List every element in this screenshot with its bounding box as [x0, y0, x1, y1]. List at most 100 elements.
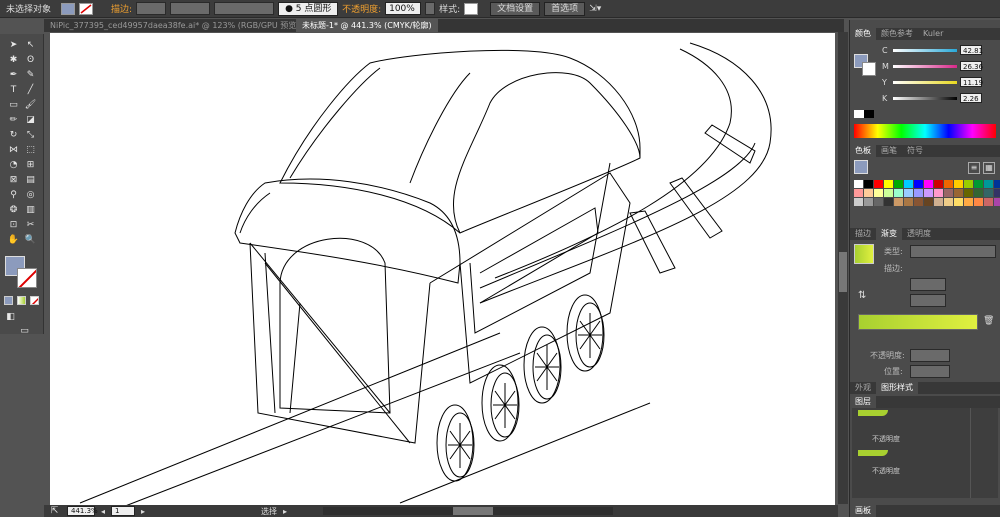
slider-c-track[interactable]	[893, 48, 957, 52]
delete-stop-icon[interactable]: 🗑	[983, 316, 994, 326]
shape-builder-tool-icon[interactable]: ◔	[7, 160, 20, 171]
tab-color-guide[interactable]: 颜色参考	[876, 28, 918, 40]
tab-kuler[interactable]: Kuler	[918, 28, 948, 40]
style-swatch[interactable]	[464, 2, 479, 15]
width-tool-icon[interactable]: ⋈	[7, 145, 20, 156]
hand-tool-icon[interactable]: ✋	[7, 235, 20, 246]
mesh-tool-icon[interactable]: ⊠	[7, 175, 20, 186]
opacity-field[interactable]: 100%	[385, 2, 422, 15]
gradient-location-dropdown[interactable]	[910, 365, 950, 378]
arrange-icon[interactable]: ⇲▾	[589, 4, 601, 14]
list-view-icon[interactable]: ≡	[968, 162, 980, 174]
paintbrush-tool-icon[interactable]: 🖌	[24, 100, 37, 111]
stroke-swatch[interactable]	[79, 2, 94, 15]
reverse-gradient-icon[interactable]: ⇅	[858, 290, 866, 301]
tab-symbols[interactable]: 符号	[902, 145, 928, 157]
type-tool-icon[interactable]: T	[7, 85, 20, 96]
tab-brushes[interactable]: 画笔	[876, 145, 902, 157]
slider-k-track[interactable]	[893, 96, 957, 100]
perspective-grid-tool-icon[interactable]: ⊞	[24, 160, 37, 171]
next-artboard-icon[interactable]: ▸	[141, 507, 145, 516]
swatch-grid[interactable]	[854, 180, 1000, 216]
scrollbar-thumb[interactable]	[839, 252, 847, 292]
free-transform-tool-icon[interactable]: ⬚	[24, 145, 37, 156]
gradient-type-dropdown[interactable]	[910, 245, 996, 258]
zoom-field[interactable]: 441.3%	[67, 506, 98, 516]
variable-width-dropdown[interactable]	[170, 2, 211, 15]
value-m[interactable]: 26.36	[960, 61, 983, 71]
visibility-column[interactable]	[970, 408, 994, 498]
value-k[interactable]: 2.26	[960, 93, 982, 103]
artboard-number-field[interactable]: 1	[111, 506, 136, 516]
draw-mode-icon[interactable]: ◧	[4, 312, 17, 323]
tab-stroke[interactable]: 描边	[850, 228, 876, 240]
spectrum-bw[interactable]	[854, 110, 874, 118]
tab-document-1[interactable]: NiPic_377395_ced49957daea38fe.ai* @ 123%…	[44, 19, 305, 32]
hscroll-thumb[interactable]	[453, 507, 494, 515]
zoom-tool-icon[interactable]: 🔍	[24, 235, 37, 246]
status-arrow-icon[interactable]: ▸	[283, 507, 287, 516]
symbol-sprayer-tool-icon[interactable]: ❂	[7, 205, 20, 216]
brush-dropdown[interactable]: ● 5 点圆形	[278, 1, 339, 16]
color-spectrum[interactable]	[854, 124, 996, 138]
magic-wand-tool-icon[interactable]: ✱	[7, 55, 20, 66]
lasso-tool-icon[interactable]: ʘ	[24, 55, 37, 66]
scale-tool-icon[interactable]: ⤡	[24, 130, 37, 141]
horizontal-scrollbar[interactable]	[323, 507, 614, 515]
line-tool-icon[interactable]: ╱	[24, 85, 37, 96]
preferences-button[interactable]: 首选项	[544, 1, 586, 16]
blend-tool-icon[interactable]: ◎	[24, 190, 37, 201]
artboard-tool-icon[interactable]: ⊡	[7, 220, 20, 231]
selection-tool-icon[interactable]: ➤	[7, 40, 20, 51]
gradient-tool-icon[interactable]: ▤	[24, 175, 37, 186]
tab-appearance[interactable]: 外观	[850, 382, 876, 394]
gradient-aspect-dropdown[interactable]	[910, 294, 946, 307]
value-c[interactable]: 42.81	[960, 45, 983, 55]
stroke-weight-dropdown[interactable]	[136, 2, 167, 15]
slider-k: K 2.26	[882, 92, 998, 104]
slider-y-track[interactable]	[893, 80, 957, 84]
artboard[interactable]	[50, 33, 835, 509]
tab-gradient[interactable]: 渐变	[876, 228, 902, 240]
rotate-tool-icon[interactable]: ↻	[7, 130, 20, 141]
document-setup-button[interactable]: 文档设置	[490, 1, 541, 16]
gradient-mode-icon[interactable]	[17, 296, 26, 305]
rectangle-tool-icon[interactable]: ▭	[7, 100, 20, 111]
gradient-angle-dropdown[interactable]	[910, 278, 946, 291]
slider-m-track[interactable]	[893, 64, 957, 68]
tab-document-2[interactable]: 未标题-1* @ 441.3% (CMYK/轮廓)	[296, 19, 438, 32]
pen-tool-icon[interactable]: ✒	[7, 70, 20, 81]
eraser-tool-icon[interactable]: ◪	[24, 115, 37, 126]
layer-thumb-1[interactable]	[858, 410, 888, 416]
color-panel-stroke-swatch[interactable]	[862, 62, 876, 76]
curvature-tool-icon[interactable]: ✎	[24, 70, 37, 81]
fill-swatch[interactable]	[61, 2, 76, 15]
stroke-color-box[interactable]	[17, 268, 37, 288]
pencil-tool-icon[interactable]: ✏	[7, 115, 20, 126]
direct-selection-tool-icon[interactable]: ↖	[24, 40, 37, 51]
brush-definition-dropdown[interactable]	[214, 2, 275, 15]
gradient-opacity-dropdown[interactable]	[910, 349, 950, 362]
slice-tool-icon[interactable]: ✂	[24, 220, 37, 231]
layer-thumb-2[interactable]	[858, 450, 888, 456]
opacity-dropdown[interactable]	[425, 2, 436, 15]
swatch-selected-fill[interactable]	[854, 160, 868, 174]
tab-color[interactable]: 颜色	[850, 28, 876, 40]
screen-mode-icon[interactable]: ▭	[18, 326, 31, 337]
column-graph-tool-icon[interactable]: ▥	[24, 205, 37, 216]
gradient-slider-bar[interactable]	[858, 314, 978, 330]
prev-artboard-icon[interactable]: ◂	[101, 507, 105, 516]
artboards-panel-title[interactable]: 画板	[850, 505, 876, 517]
tab-transparency[interactable]: 透明度	[902, 228, 936, 240]
layers-panel-title[interactable]: 图层	[850, 396, 876, 408]
vertical-scrollbar[interactable]	[838, 32, 848, 504]
value-y[interactable]: 11.19	[960, 77, 983, 87]
none-mode-icon[interactable]	[30, 296, 39, 305]
tab-graphic-styles[interactable]: 图形样式	[876, 382, 918, 394]
color-mode-icon[interactable]	[4, 296, 13, 305]
eyedropper-tool-icon[interactable]: ⚲	[7, 190, 20, 201]
tab-swatches[interactable]: 色板	[850, 145, 876, 157]
grid-view-icon[interactable]: ▦	[983, 162, 995, 174]
gradient-preview-swatch[interactable]	[854, 244, 874, 264]
share-icon[interactable]: ⇱	[48, 506, 61, 517]
